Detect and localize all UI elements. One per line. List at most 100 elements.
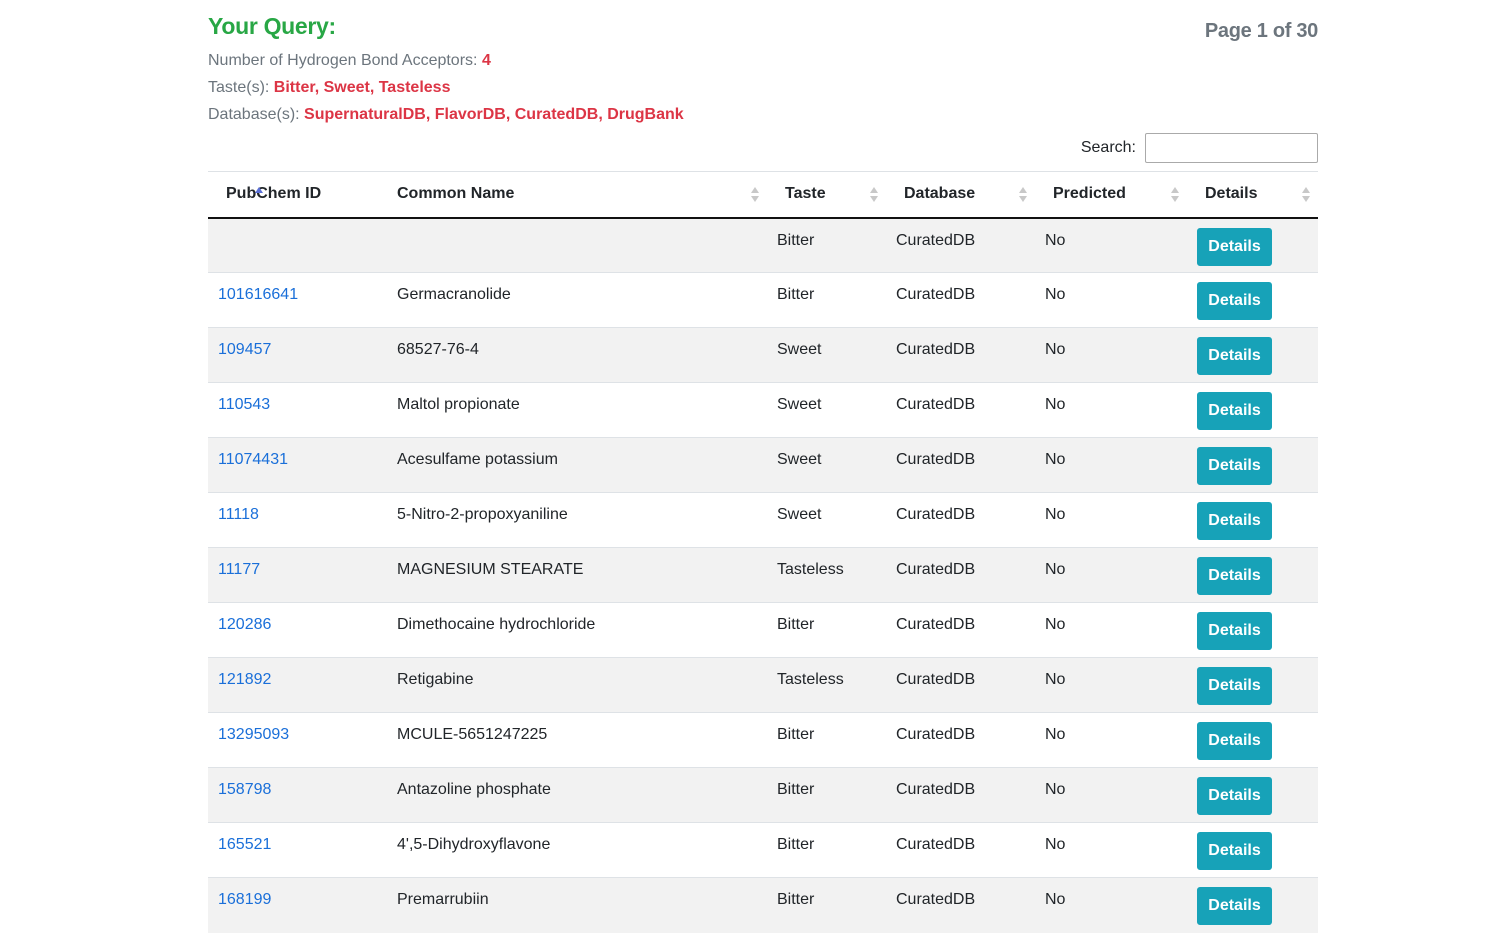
- cell-details: Details: [1187, 382, 1318, 438]
- cell-common-name: MCULE-5651247225: [387, 712, 767, 768]
- cell-pubchem-id: 11177: [208, 547, 387, 603]
- details-button[interactable]: Details: [1197, 557, 1272, 595]
- details-button[interactable]: Details: [1197, 392, 1272, 430]
- cell-common-name: 5-Nitro-2-propoxyaniline: [387, 492, 767, 548]
- details-button[interactable]: Details: [1197, 227, 1272, 266]
- cell-taste: Bitter: [767, 767, 886, 823]
- cell-common-name: Germacranolide: [387, 272, 767, 328]
- pubchem-id-link[interactable]: 165521: [218, 836, 271, 853]
- cell-predicted: No: [1035, 657, 1187, 713]
- cell-database: CuratedDB: [886, 712, 1035, 768]
- table-row: 165521 4',5-Dihydroxyflavone Bitter Curated…: [208, 822, 1318, 878]
- pubchem-id-link[interactable]: 101616641: [218, 286, 298, 303]
- column-header-database[interactable]: Database: [886, 171, 1035, 219]
- cell-details: Details: [1187, 657, 1318, 713]
- cell-taste: Bitter: [767, 877, 886, 933]
- query-taste-label: Taste(s):: [208, 79, 270, 96]
- pubchem-id-link[interactable]: 11118: [218, 506, 259, 523]
- pubchem-id-link[interactable]: 109457: [218, 341, 271, 358]
- sort-ascending-icon: [255, 187, 263, 203]
- cell-common-name: [387, 217, 767, 273]
- cell-pubchem-id: 168199: [208, 877, 387, 933]
- cell-database: CuratedDB: [886, 822, 1035, 878]
- table-header-row: PubChem ID Common Name Taste Database Predic…: [208, 171, 1318, 219]
- table-body: Bitter CuratedDB No Details 101616641 Germacr…: [208, 217, 1318, 933]
- cell-taste: Tasteless: [767, 657, 886, 713]
- details-button[interactable]: Details: [1197, 612, 1272, 650]
- query-taste-line: Taste(s): Bitter, Sweet, Tasteless: [208, 79, 450, 97]
- details-button[interactable]: Details: [1197, 282, 1272, 320]
- pubchem-id-link[interactable]: 110543: [218, 396, 270, 413]
- table-row: 168199 Premarrubiin Bitter CuratedDB No Detai…: [208, 877, 1318, 933]
- column-header-predicted[interactable]: Predicted: [1035, 171, 1187, 219]
- cell-details: Details: [1187, 712, 1318, 768]
- column-header-common-name[interactable]: Common Name: [387, 171, 767, 219]
- sort-icon: [751, 187, 759, 203]
- cell-database: CuratedDB: [886, 767, 1035, 823]
- details-button[interactable]: Details: [1197, 667, 1272, 705]
- cell-pubchem-id: 11118: [208, 492, 387, 548]
- cell-predicted: No: [1035, 877, 1187, 933]
- pubchem-id-link[interactable]: 120286: [218, 616, 271, 633]
- cell-taste: Bitter: [767, 272, 886, 328]
- search-input[interactable]: [1145, 133, 1318, 163]
- details-button[interactable]: Details: [1197, 502, 1272, 540]
- cell-predicted: No: [1035, 327, 1187, 383]
- pubchem-id-link[interactable]: 13295093: [218, 726, 289, 743]
- cell-pubchem-id: 165521: [208, 822, 387, 878]
- query-database-line: Database(s): SupernaturalDB, FlavorDB, C…: [208, 106, 684, 124]
- details-button[interactable]: Details: [1197, 887, 1272, 925]
- pubchem-id-link[interactable]: 158798: [218, 781, 271, 798]
- search-box: Search:: [1081, 133, 1318, 163]
- column-header-label: PubChem ID: [226, 185, 322, 203]
- cell-taste: Bitter: [767, 712, 886, 768]
- query-hba-value: 4: [481, 52, 491, 69]
- cell-database: CuratedDB: [886, 547, 1035, 603]
- cell-database: CuratedDB: [886, 217, 1035, 273]
- cell-taste: Sweet: [767, 492, 886, 548]
- page-indicator: Page 1 of 30: [1204, 20, 1318, 42]
- column-header-details[interactable]: Details: [1187, 171, 1318, 219]
- cell-details: Details: [1187, 822, 1318, 878]
- query-database-label: Database(s):: [208, 106, 300, 123]
- cell-details: Details: [1187, 602, 1318, 658]
- pubchem-id-link[interactable]: 11177: [218, 561, 260, 578]
- cell-details: Details: [1187, 437, 1318, 493]
- cell-database: CuratedDB: [886, 492, 1035, 548]
- cell-pubchem-id: 101616641: [208, 272, 387, 328]
- cell-predicted: No: [1035, 272, 1187, 328]
- cell-predicted: No: [1035, 822, 1187, 878]
- pubchem-id-link[interactable]: 121892: [218, 671, 271, 688]
- cell-database: CuratedDB: [886, 602, 1035, 658]
- pubchem-id-link[interactable]: 11074431: [218, 451, 288, 468]
- cell-predicted: No: [1035, 492, 1187, 548]
- cell-taste: Sweet: [767, 327, 886, 383]
- column-header-label: Taste: [785, 185, 826, 203]
- cell-common-name: Retigabine: [387, 657, 767, 713]
- results-table: PubChem ID Common Name Taste Database Predic…: [208, 171, 1318, 933]
- cell-database: CuratedDB: [886, 272, 1035, 328]
- query-title: Your Query:: [208, 13, 336, 39]
- details-button[interactable]: Details: [1197, 337, 1272, 375]
- query-hba-label: Number of Hydrogen Bond Acceptors:: [208, 52, 478, 69]
- table-row: 101616641 Germacranolide Bitter CuratedDB No…: [208, 272, 1318, 328]
- cell-database: CuratedDB: [886, 382, 1035, 438]
- cell-common-name: MAGNESIUM STEARATE: [387, 547, 767, 603]
- details-button[interactable]: Details: [1197, 447, 1272, 485]
- cell-common-name: Maltol propionate: [387, 382, 767, 438]
- cell-details: Details: [1187, 272, 1318, 328]
- cell-common-name: Antazoline phosphate: [387, 767, 767, 823]
- query-hba-line: Number of Hydrogen Bond Acceptors: 4: [208, 52, 491, 70]
- cell-details: Details: [1187, 217, 1318, 273]
- table-row: 121892 Retigabine Tasteless CuratedDB No Deta…: [208, 657, 1318, 713]
- cell-details: Details: [1187, 767, 1318, 823]
- details-button[interactable]: Details: [1197, 722, 1272, 760]
- pubchem-id-link[interactable]: 168199: [218, 891, 271, 908]
- cell-pubchem-id: 13295093: [208, 712, 387, 768]
- details-button[interactable]: Details: [1197, 832, 1272, 870]
- cell-pubchem-id: 121892: [208, 657, 387, 713]
- details-button[interactable]: Details: [1197, 777, 1272, 815]
- column-header-pubchem-id[interactable]: PubChem ID: [208, 171, 387, 219]
- cell-predicted: No: [1035, 712, 1187, 768]
- column-header-taste[interactable]: Taste: [767, 171, 886, 219]
